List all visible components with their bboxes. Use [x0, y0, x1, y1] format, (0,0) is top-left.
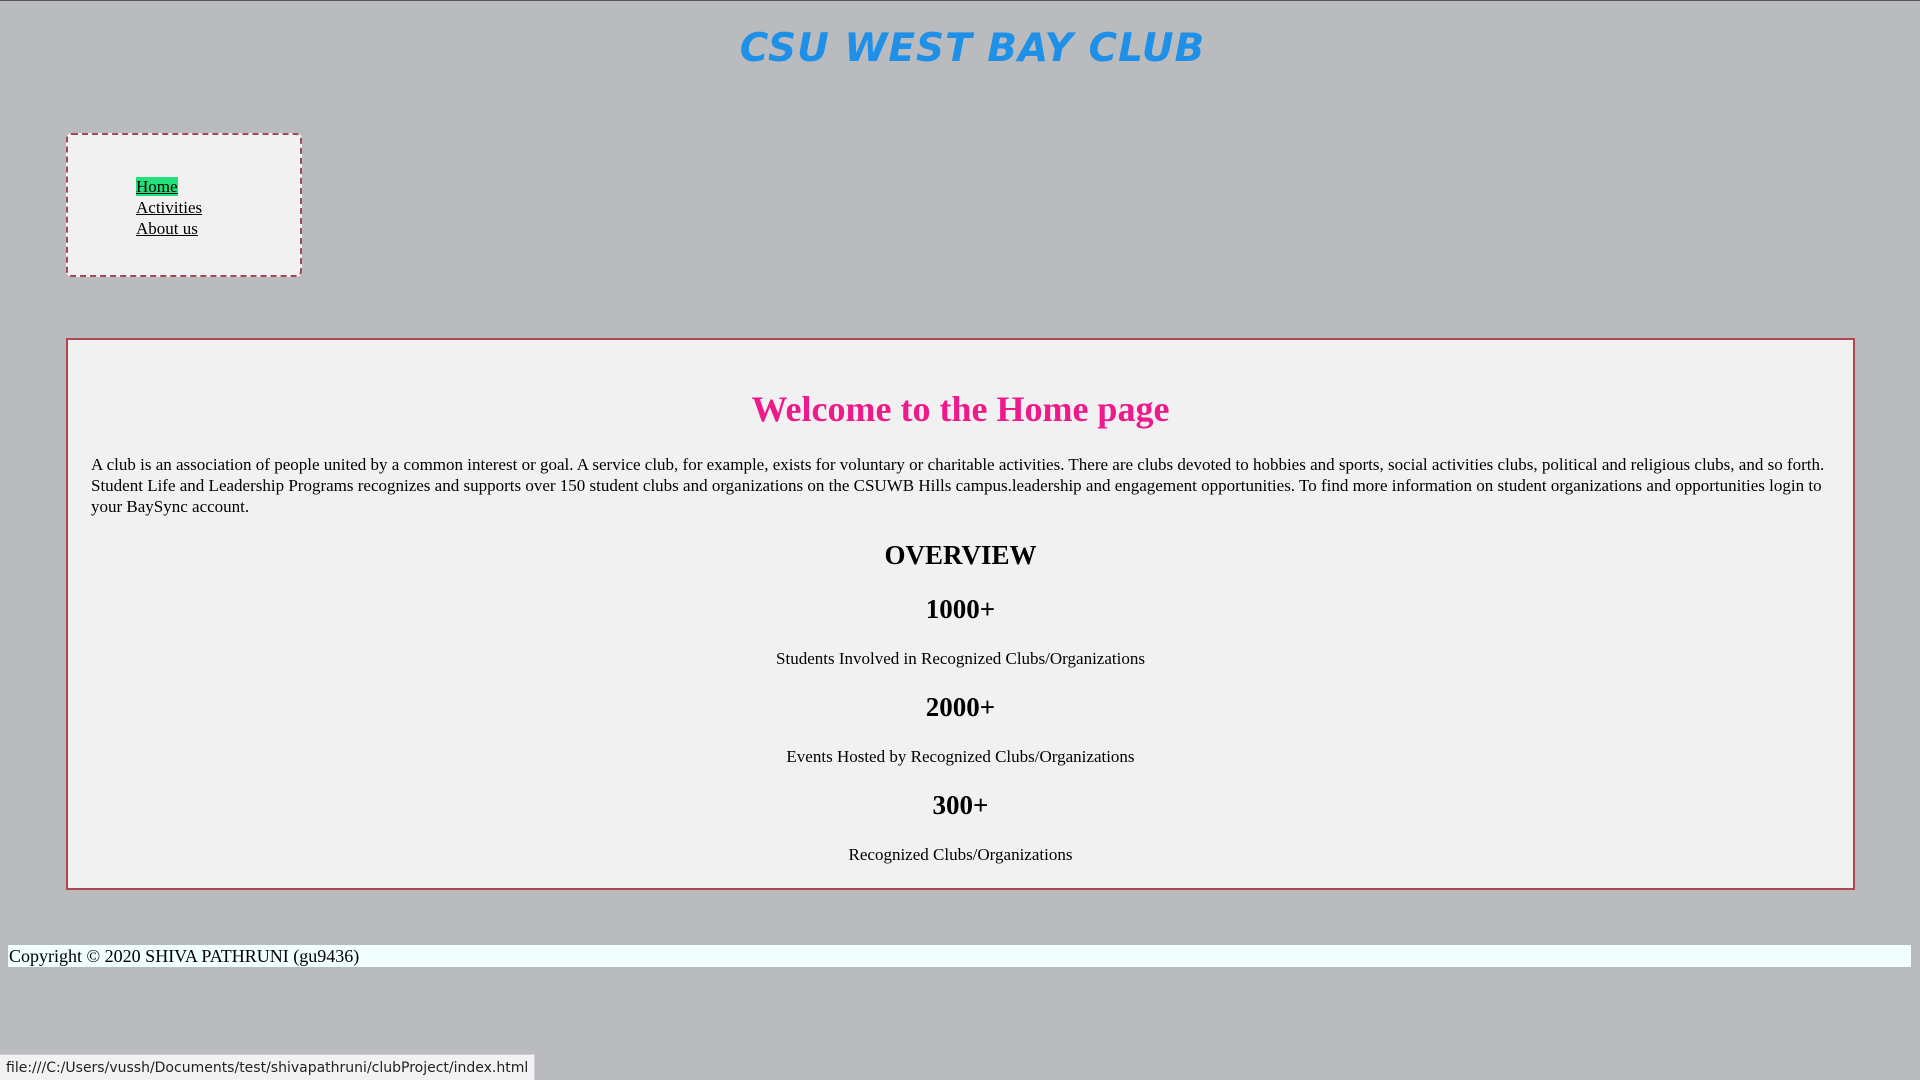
- nav-link-home[interactable]: Home: [136, 177, 178, 196]
- stat-value-events: 2000+: [925, 692, 996, 722]
- stat-label-clubs: Recognized Clubs/Organizations: [848, 845, 1073, 864]
- nav-list: Home Activities About us: [136, 176, 202, 239]
- window-top-border: [0, 0, 1920, 1]
- stat-value-clubs: 300+: [932, 790, 989, 820]
- nav-item-about-us: About us: [136, 218, 202, 239]
- overview-heading: OVERVIEW: [884, 540, 1037, 570]
- nav-item-activities: Activities: [136, 197, 202, 218]
- nav-item-home: Home: [136, 176, 202, 197]
- browser-status-bar-url: file:///C:/Users/vussh/Documents/test/sh…: [0, 1054, 536, 1080]
- stat-label-students: Students Involved in Recognized Clubs/Or…: [776, 649, 1145, 668]
- nav-link-activities[interactable]: Activities: [136, 198, 202, 217]
- site-title: CSU WEST BAY CLUB: [739, 26, 1206, 71]
- nav-box: Home Activities About us: [66, 133, 302, 277]
- intro-paragraph: A club is an association of people unite…: [91, 455, 1825, 516]
- welcome-heading: Welcome to the Home page: [751, 389, 1170, 429]
- stat-value-students: 1000+: [925, 594, 996, 624]
- stat-label-events: Events Hosted by Recognized Clubs/Organi…: [786, 747, 1135, 766]
- main-content: Welcome to the Home page A club is an as…: [66, 338, 1855, 890]
- nav-link-about-us[interactable]: About us: [136, 219, 198, 238]
- footer-copyright: Copyright © 2020 SHIVA PATHRUNI (gu9436): [8, 945, 1911, 967]
